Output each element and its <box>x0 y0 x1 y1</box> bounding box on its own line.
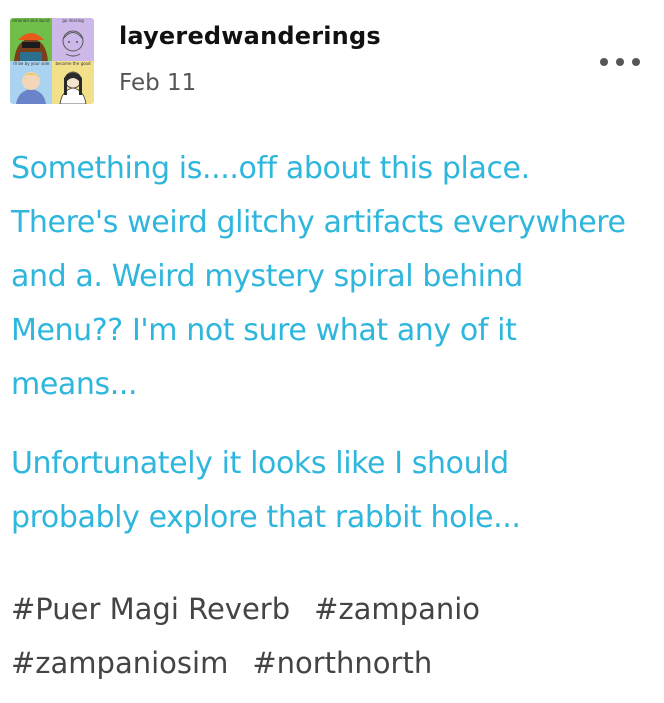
username-link[interactable]: layeredwanderings <box>119 22 381 50</box>
post-card: emerald skin burst go missing i'll be by… <box>0 0 664 703</box>
tag-list: #Puer Magi Reverb #zampanio #zampaniosim #… <box>11 582 651 690</box>
avatar-caption: i'll be by your side <box>12 61 50 66</box>
avatar-caption: emerald skin burst <box>12 18 50 23</box>
avatar-tile-1: emerald skin burst <box>10 18 52 61</box>
tag-link[interactable]: #zampaniosim <box>11 636 228 690</box>
post-paragraph-2: Unfortunately it looks like I should pro… <box>11 446 521 535</box>
avatar-boy-icon <box>10 61 52 104</box>
avatar-figure-icon <box>10 18 52 61</box>
tag-link[interactable]: #Puer Magi Reverb <box>11 582 290 636</box>
avatar-girl-icon <box>52 61 94 104</box>
dot <box>616 58 624 66</box>
avatar-sketch-icon <box>52 18 94 61</box>
avatar-caption: become the good <box>55 61 91 66</box>
avatar-tile-3: i'll be by your side <box>10 61 52 104</box>
tag-link[interactable]: #northnorth <box>252 636 432 690</box>
post-header: emerald skin burst go missing i'll be by… <box>10 18 654 108</box>
dot <box>600 58 608 66</box>
post-date[interactable]: Feb 11 <box>119 70 196 96</box>
ellipsis-icon[interactable] <box>600 58 640 70</box>
dot <box>632 58 640 66</box>
post-body: Something is....off about this place. Th… <box>11 142 641 545</box>
tag-link[interactable]: #zampanio <box>314 582 480 636</box>
avatar-tile-4: become the good <box>52 61 94 104</box>
avatar[interactable]: emerald skin burst go missing i'll be by… <box>10 18 94 104</box>
post-paragraph-1: Something is....off about this place. Th… <box>11 151 626 402</box>
avatar-caption: go missing <box>62 18 84 23</box>
avatar-tile-2: go missing <box>52 18 94 61</box>
